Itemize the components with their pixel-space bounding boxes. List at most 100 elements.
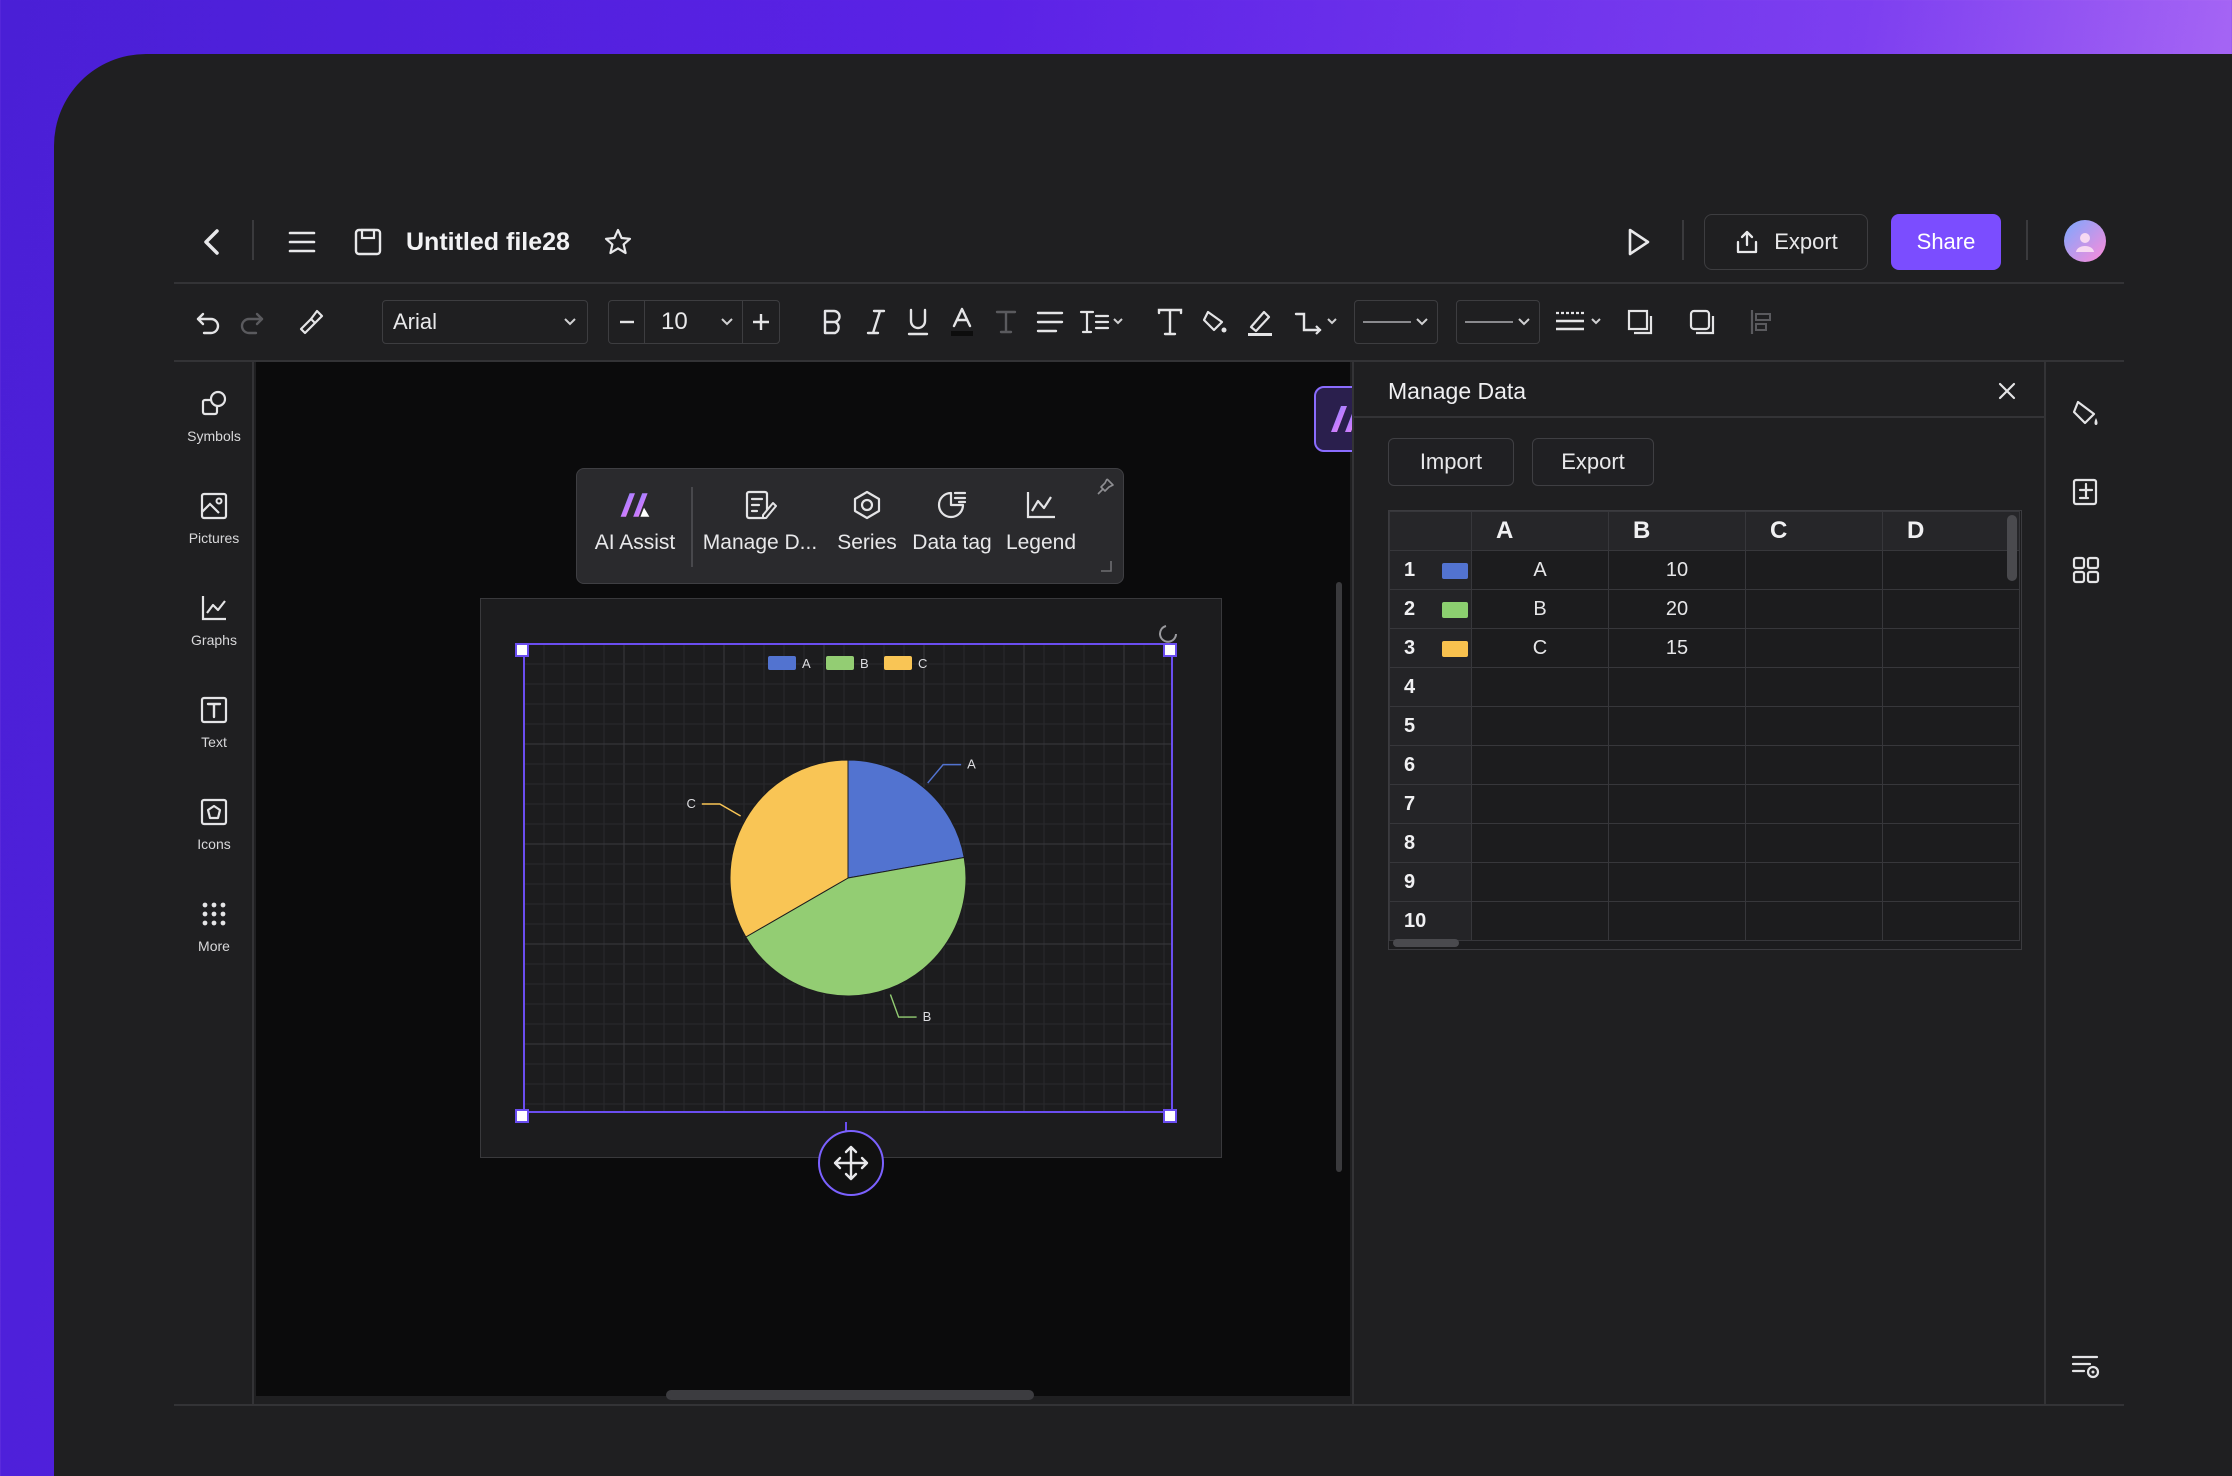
- row-header[interactable]: 8: [1389, 823, 1472, 863]
- data-grid[interactable]: A B C D 1 A 10 2 B 20 3 C 15 4 5 6 7 8 9 10: [1388, 510, 2022, 950]
- grid-cell[interactable]: [1745, 550, 1883, 590]
- series-color-swatch[interactable]: [1442, 563, 1468, 579]
- table-row[interactable]: 2 B 20: [1389, 589, 2020, 629]
- table-row[interactable]: 9: [1389, 862, 2020, 902]
- grid-cell[interactable]: [1471, 706, 1609, 746]
- font-size-select[interactable]: 10: [645, 300, 743, 344]
- star-icon[interactable]: [598, 222, 638, 262]
- sidebar-item-more[interactable]: More: [174, 890, 254, 970]
- column-header[interactable]: B: [1608, 511, 1746, 551]
- format-painter-icon[interactable]: [290, 302, 330, 342]
- connector-select[interactable]: [1290, 302, 1342, 342]
- grid-cell[interactable]: [1882, 862, 2020, 902]
- legend-button[interactable]: Legend: [1001, 489, 1081, 555]
- series-color-swatch[interactable]: [1442, 602, 1468, 618]
- grid-cell[interactable]: [1882, 784, 2020, 824]
- sidebar-item-symbols[interactable]: Symbols: [174, 380, 254, 460]
- line-spacing-select[interactable]: [1076, 302, 1128, 342]
- font-family-select[interactable]: Arial: [382, 300, 588, 344]
- text-tool-icon[interactable]: [1150, 302, 1190, 342]
- ai-assist-button[interactable]: AI Assist: [591, 489, 679, 555]
- export-data-button[interactable]: Export: [1532, 438, 1654, 486]
- font-color-icon[interactable]: [942, 302, 982, 342]
- grid-cell[interactable]: 10: [1608, 550, 1746, 590]
- table-row[interactable]: 8: [1389, 823, 2020, 863]
- decrease-size-button[interactable]: [609, 300, 645, 344]
- data-tag-button[interactable]: Data tag: [911, 489, 993, 555]
- avatar[interactable]: [2064, 220, 2106, 262]
- increase-size-button[interactable]: [743, 300, 779, 344]
- row-header[interactable]: 6: [1389, 745, 1472, 785]
- grid-cell[interactable]: [1608, 784, 1746, 824]
- style-fill-icon[interactable]: [2068, 396, 2104, 432]
- fill-icon[interactable]: [1194, 302, 1234, 342]
- row-header[interactable]: 2: [1389, 589, 1472, 629]
- table-row[interactable]: 1 A 10: [1389, 550, 2020, 590]
- grid-cell[interactable]: A: [1471, 550, 1609, 590]
- grid-cell[interactable]: [1471, 823, 1609, 863]
- grid-cell[interactable]: [1745, 667, 1883, 707]
- grid-cell[interactable]: [1608, 745, 1746, 785]
- grid-cell[interactable]: [1882, 628, 2020, 668]
- import-button[interactable]: Import: [1388, 438, 1514, 486]
- grid-cell[interactable]: [1745, 901, 1883, 941]
- line-dash-select[interactable]: [1552, 302, 1608, 342]
- grid-cell[interactable]: [1471, 745, 1609, 785]
- line-weight-select[interactable]: [1456, 300, 1540, 344]
- column-header[interactable]: C: [1745, 511, 1883, 551]
- grid-cell[interactable]: [1471, 667, 1609, 707]
- undo-icon[interactable]: [188, 302, 228, 342]
- column-header[interactable]: D: [1882, 511, 2020, 551]
- bring-front-icon[interactable]: [1620, 302, 1660, 342]
- row-header[interactable]: 5: [1389, 706, 1472, 746]
- series-color-swatch[interactable]: [1442, 641, 1468, 657]
- grid-cell[interactable]: [1608, 823, 1746, 863]
- grid-cell[interactable]: [1608, 862, 1746, 902]
- grid-vertical-scrollbar[interactable]: [2007, 515, 2017, 581]
- underline-icon[interactable]: [898, 302, 938, 342]
- row-header[interactable]: 4: [1389, 667, 1472, 707]
- clear-format-icon[interactable]: [986, 302, 1026, 342]
- grid-cell[interactable]: [1745, 745, 1883, 785]
- grid-cell[interactable]: [1882, 550, 2020, 590]
- line-color-icon[interactable]: [1240, 302, 1280, 342]
- column-header[interactable]: A: [1471, 511, 1609, 551]
- grid-cell[interactable]: [1471, 784, 1609, 824]
- grid-cell[interactable]: [1882, 823, 2020, 863]
- canvas-horizontal-scrollbar[interactable]: [666, 1390, 1034, 1400]
- grid-cell[interactable]: [1745, 589, 1883, 629]
- table-row[interactable]: 3 C 15: [1389, 628, 2020, 668]
- row-header[interactable]: 7: [1389, 784, 1472, 824]
- sidebar-item-text[interactable]: Text: [174, 686, 254, 766]
- canvas-vertical-scrollbar[interactable]: [1336, 582, 1342, 1172]
- sidebar-item-graphs[interactable]: Graphs: [174, 584, 254, 664]
- row-header[interactable]: 3: [1389, 628, 1472, 668]
- grid-cell[interactable]: [1745, 706, 1883, 746]
- table-row[interactable]: 5: [1389, 706, 2020, 746]
- pin-icon[interactable]: [1095, 477, 1115, 497]
- italic-icon[interactable]: [856, 302, 896, 342]
- grid-cell[interactable]: [1608, 901, 1746, 941]
- grid-cell[interactable]: [1745, 823, 1883, 863]
- grid-cell[interactable]: C: [1471, 628, 1609, 668]
- align-icon[interactable]: [1030, 302, 1070, 342]
- grid-cell[interactable]: [1745, 862, 1883, 902]
- close-icon[interactable]: [1990, 374, 2024, 408]
- page-settings-icon[interactable]: [2068, 474, 2104, 510]
- grid-cell[interactable]: [1608, 667, 1746, 707]
- grid-cell[interactable]: [1745, 628, 1883, 668]
- grid-horizontal-scrollbar[interactable]: [1393, 939, 1459, 947]
- table-row[interactable]: 7: [1389, 784, 2020, 824]
- series-button[interactable]: Series: [835, 489, 899, 555]
- row-header[interactable]: 9: [1389, 862, 1472, 902]
- back-button[interactable]: [192, 222, 232, 262]
- grid-cell[interactable]: [1882, 901, 2020, 941]
- grid-cell[interactable]: [1882, 667, 2020, 707]
- row-header[interactable]: 1: [1389, 550, 1472, 590]
- distribute-icon[interactable]: [1742, 302, 1782, 342]
- redo-icon[interactable]: [232, 302, 272, 342]
- send-back-icon[interactable]: [1682, 302, 1722, 342]
- sidebar-item-icons[interactable]: Icons: [174, 788, 254, 868]
- grid-cell[interactable]: [1471, 901, 1609, 941]
- grid-cell[interactable]: [1745, 784, 1883, 824]
